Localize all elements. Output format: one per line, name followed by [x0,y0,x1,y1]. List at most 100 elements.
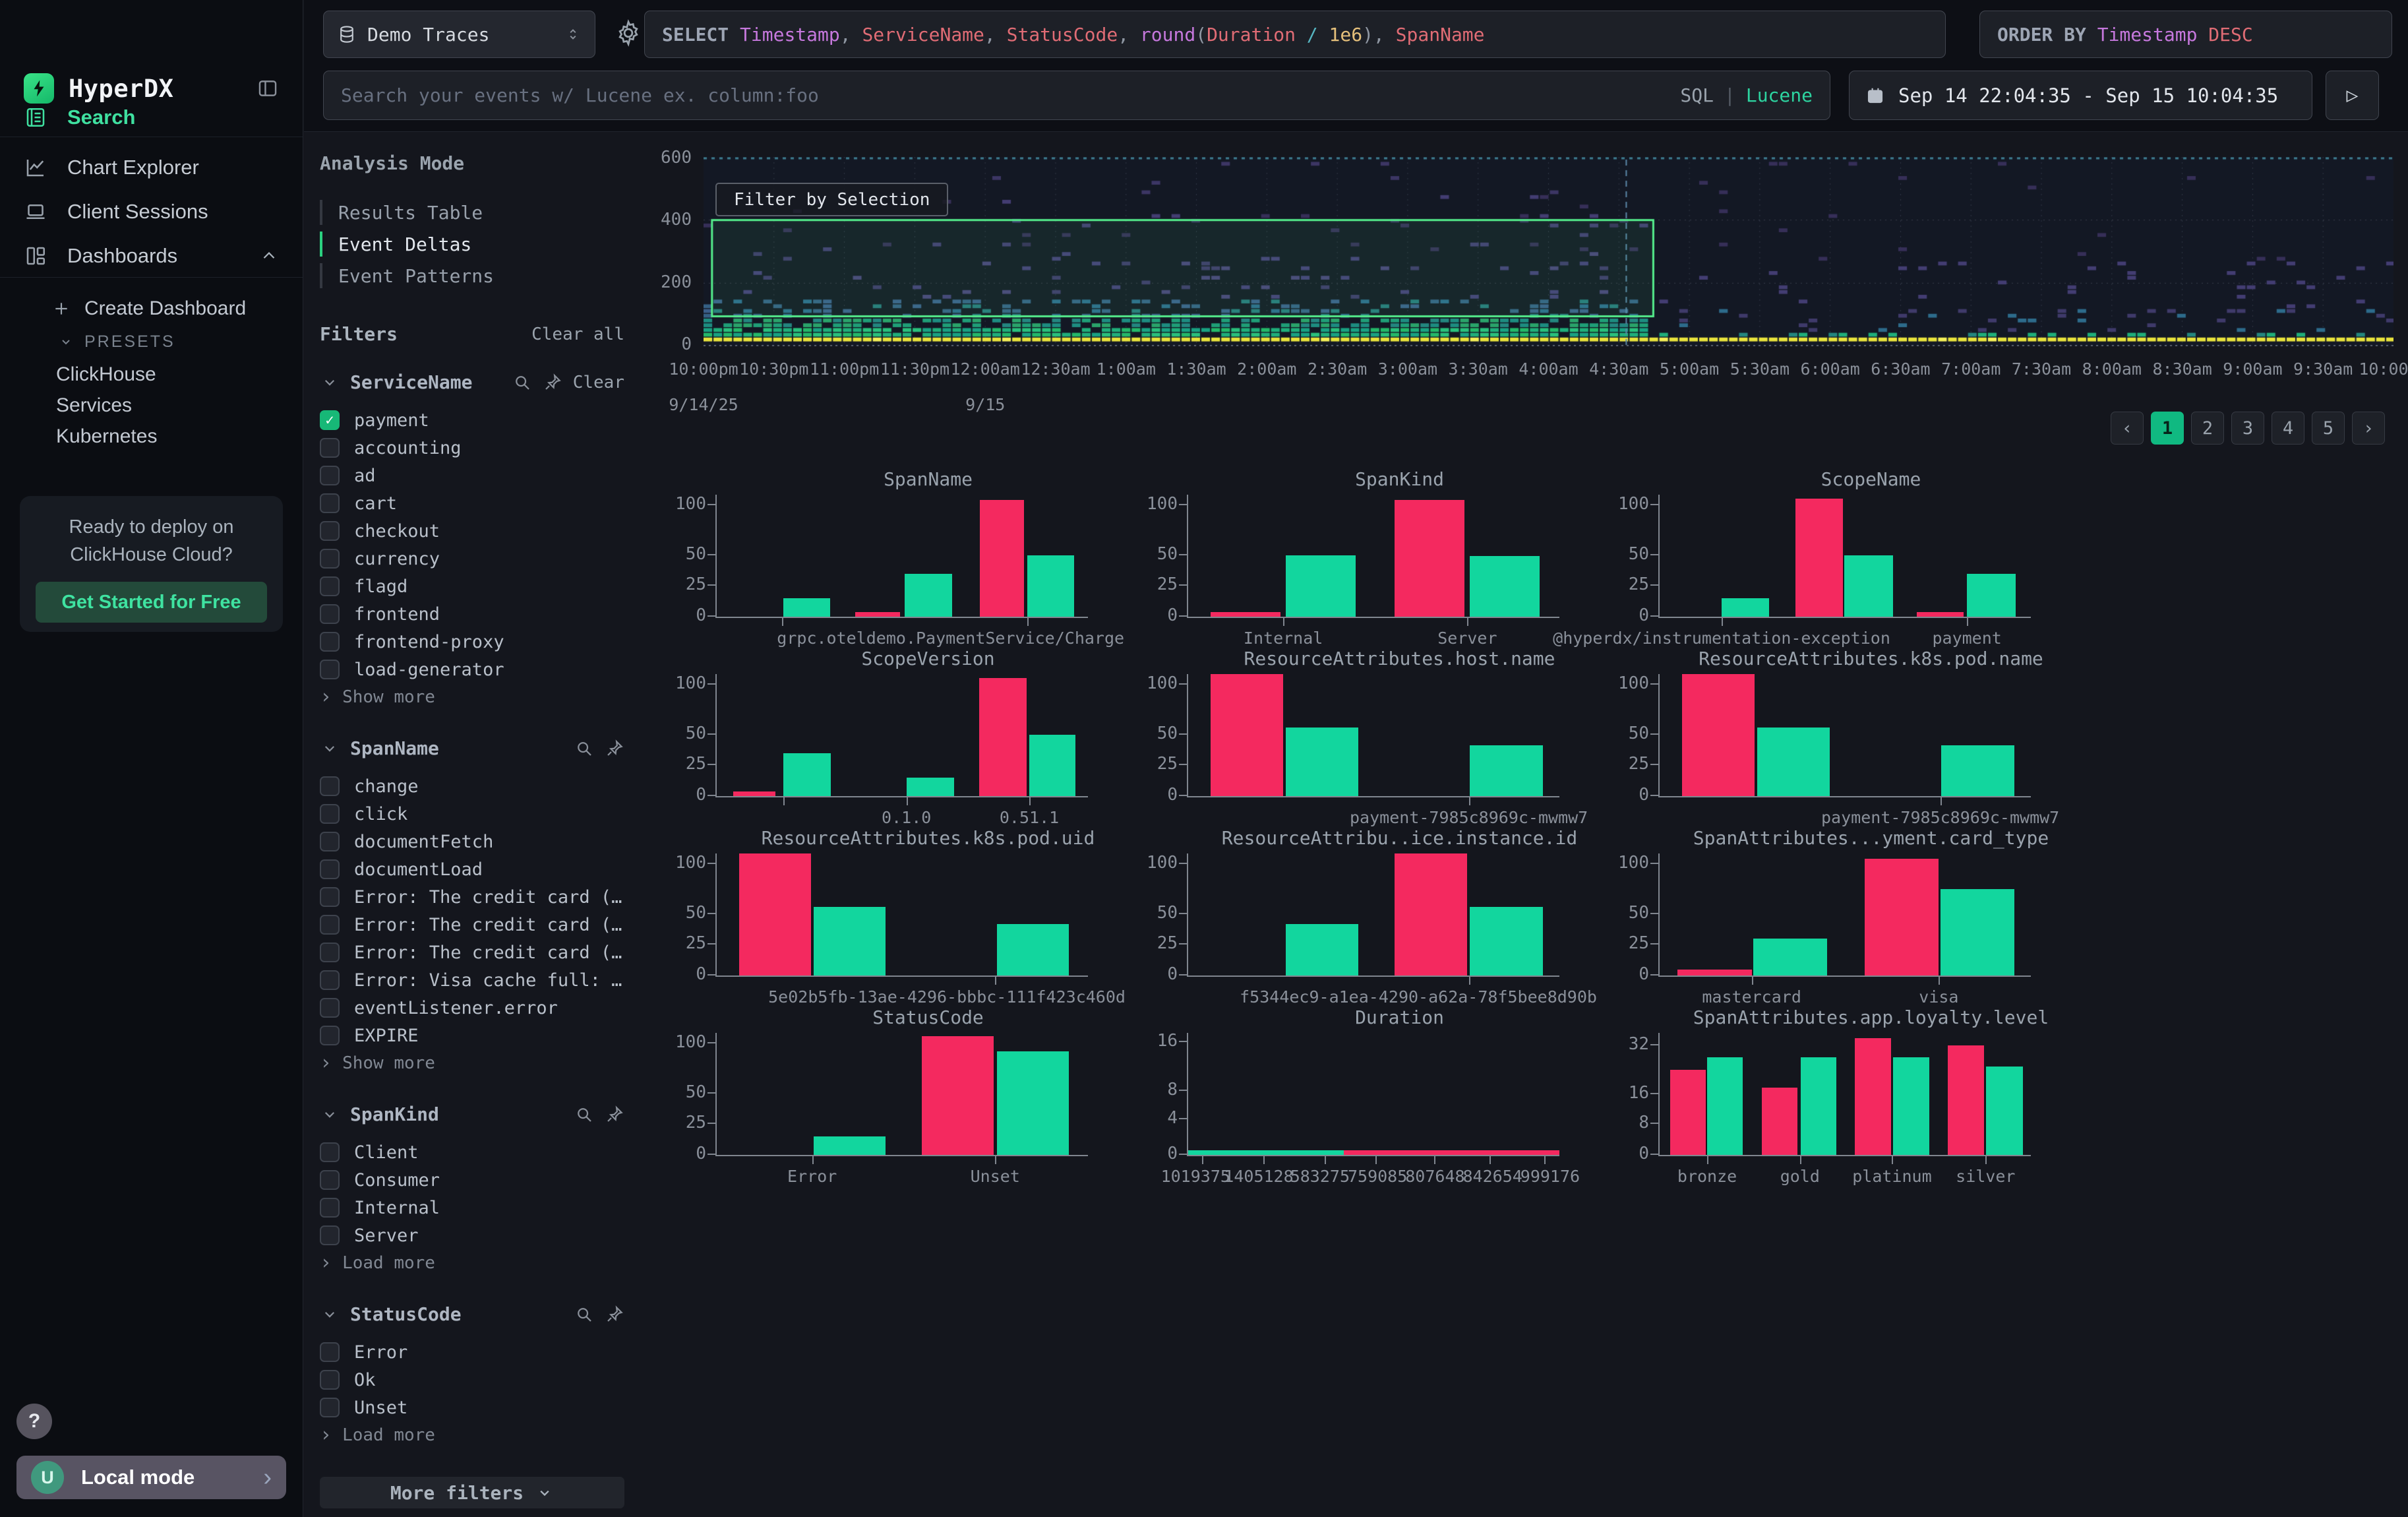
delta-chart-spanattributes-yment-card-type[interactable]: SpanAttributes...yment.card_type02550100… [1612,827,2084,1006]
page-prev-button[interactable]: ‹ [2111,412,2144,445]
page-button-1[interactable]: 1 [2151,412,2184,445]
sidebar-item-client-sessions[interactable]: Client Sessions [0,195,303,229]
filter-option-expire[interactable]: EXPIRE [320,1022,624,1049]
page-button-3[interactable]: 3 [2231,412,2264,445]
sidebar-item-search[interactable]: Search [0,100,303,135]
search-icon[interactable] [574,739,594,758]
chevron-down-icon[interactable] [320,373,340,392]
checkbox[interactable] [320,604,340,624]
filter-option-client[interactable]: Client [320,1138,624,1166]
chevron-down-icon[interactable] [320,739,340,758]
pin-icon[interactable] [605,1305,624,1324]
pin-icon[interactable] [605,739,624,758]
delta-chart-scopeversion[interactable]: ScopeVersion025501000.1.00.51.1 [669,648,1141,827]
checkbox[interactable] [320,804,340,824]
lang-sql-option[interactable]: SQL [1680,84,1714,106]
filter-option-error-visa-cache-full[interactable]: Error: Visa cache full: … [320,966,624,994]
preset-kubernetes[interactable]: Kubernetes [56,425,157,448]
checkbox[interactable] [320,859,340,879]
filter-option-error-the-credit-card[interactable]: Error: The credit card (… [320,883,624,911]
checkbox[interactable] [320,970,340,990]
checkbox[interactable] [320,887,340,907]
load-more-button[interactable]: ›Load more [320,1249,624,1277]
checkbox[interactable] [320,915,340,935]
filter-option-error[interactable]: Error [320,1338,624,1366]
checkbox[interactable] [320,1026,340,1045]
filter-option-documentfetch[interactable]: documentFetch [320,828,624,855]
checkbox[interactable] [320,832,340,851]
checkbox[interactable] [320,1342,340,1362]
page-button-2[interactable]: 2 [2191,412,2224,445]
filter-option-accounting[interactable]: accounting [320,434,624,462]
filter-option-load-generator[interactable]: load-generator [320,656,624,683]
date-range-picker[interactable]: Sep 14 22:04:35 - Sep 15 10:04:35 [1849,71,2312,120]
filter-option-flagd[interactable]: flagd [320,573,624,600]
delta-chart-resourceattributes-host-name[interactable]: ResourceAttributes.host.name02550100paym… [1141,648,1612,827]
pin-icon[interactable] [543,373,562,392]
order-by-input[interactable]: ORDER BY Timestamp DESC [1979,11,2392,58]
preset-clickhouse[interactable]: ClickHouse [56,363,156,386]
filter-option-payment[interactable]: ✓payment [320,406,624,434]
analysis-mode-event-deltas[interactable]: Event Deltas [320,228,624,260]
delta-chart-resourceattributes-k8s-pod-uid[interactable]: ResourceAttributes.k8s.pod.uid025501005e… [669,827,1141,1006]
filter-option-frontend-proxy[interactable]: frontend-proxy [320,628,624,656]
sidebar-collapse-icon[interactable] [256,77,279,100]
filter-option-cart[interactable]: cart [320,489,624,517]
checkbox[interactable] [320,776,340,796]
clear-all-button[interactable]: Clear all [531,325,624,344]
lang-lucene-option[interactable]: Lucene [1746,84,1813,106]
delta-chart-duration[interactable]: Duration04816101937514051285832757590858… [1141,1006,1612,1186]
filter-option-ad[interactable]: ad [320,462,624,489]
checkbox-checked[interactable]: ✓ [320,410,340,430]
delta-chart-spanname[interactable]: SpanName02550100grpc.oteldemo.PaymentSer… [669,468,1141,648]
checkbox[interactable] [320,998,340,1018]
checkbox[interactable] [320,1142,340,1162]
show-more-button[interactable]: ›Show more [320,1049,624,1077]
filter-option-error-the-credit-card[interactable]: Error: The credit card (… [320,911,624,939]
create-dashboard-button[interactable]: Create Dashboard [0,293,303,325]
presets-toggle[interactable]: PRESETS [0,327,303,356]
filter-option-change[interactable]: change [320,772,624,800]
more-filters-button[interactable]: More filters [320,1477,624,1508]
show-more-button[interactable]: ›Show more [320,683,624,711]
checkbox[interactable] [320,549,340,569]
filter-option-server[interactable]: Server [320,1222,624,1249]
filter-option-documentload[interactable]: documentLoad [320,855,624,883]
search-icon[interactable] [512,373,532,392]
chevron-down-icon[interactable] [320,1105,340,1125]
delta-chart-resourceattribu-ice-instance-id[interactable]: ResourceAttribu..ice.instance.id02550100… [1141,827,1612,1006]
duration-heatmap[interactable] [704,157,2393,346]
clear-group-button[interactable]: Clear [573,373,624,392]
checkbox[interactable] [320,632,340,652]
checkbox[interactable] [320,1370,340,1390]
delta-chart-statuscode[interactable]: StatusCode02550100ErrorUnset [669,1006,1141,1186]
checkbox[interactable] [320,493,340,513]
search-icon[interactable] [574,1305,594,1324]
filter-option-error-the-credit-card[interactable]: Error: The credit card (… [320,939,624,966]
sidebar-item-chart-explorer[interactable]: Chart Explorer [0,150,303,185]
filter-option-currency[interactable]: currency [320,545,624,573]
filter-option-click[interactable]: click [320,800,624,828]
filter-option-consumer[interactable]: Consumer [320,1166,624,1194]
checkbox[interactable] [320,1170,340,1190]
delta-chart-spankind[interactable]: SpanKind02550100InternalServer [1141,468,1612,648]
chevron-up-icon[interactable] [259,246,279,266]
load-more-button[interactable]: ›Load more [320,1421,624,1449]
checkbox[interactable] [320,1398,340,1417]
checkbox[interactable] [320,438,340,458]
source-settings-gear-icon[interactable] [614,18,643,47]
filter-option-checkout[interactable]: checkout [320,517,624,545]
checkbox[interactable] [320,943,340,962]
analysis-mode-results-table[interactable]: Results Table [320,197,624,228]
run-query-button[interactable]: ▷ [2326,71,2379,120]
checkbox[interactable] [320,576,340,596]
source-select[interactable]: Demo Traces [323,11,595,58]
get-started-button[interactable]: Get Started for Free [36,582,267,623]
pin-icon[interactable] [605,1105,624,1125]
analysis-mode-event-patterns[interactable]: Event Patterns [320,260,624,292]
search-input[interactable] [341,84,1680,106]
filter-option-frontend[interactable]: frontend [320,600,624,628]
page-button-5[interactable]: 5 [2312,412,2345,445]
filter-option-unset[interactable]: Unset [320,1394,624,1421]
page-button-4[interactable]: 4 [2272,412,2304,445]
